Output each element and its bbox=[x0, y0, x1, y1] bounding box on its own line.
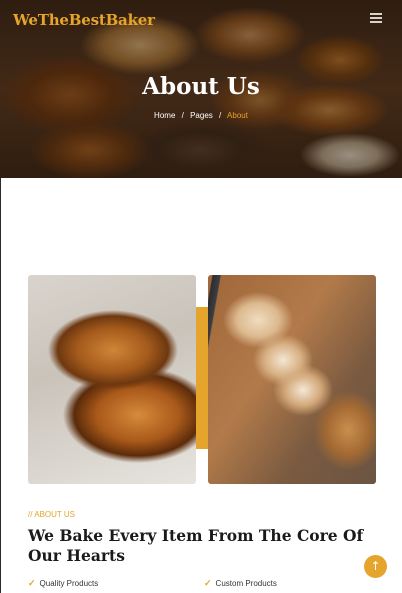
breadcrumb-home[interactable]: Home bbox=[154, 111, 175, 120]
sliced-bread-photo bbox=[208, 275, 376, 484]
feature-item: ✓ Custom Products bbox=[204, 578, 277, 589]
section-heading: We Bake Every Item From The Core Of Our … bbox=[28, 526, 364, 565]
breadcrumb-current: About bbox=[227, 111, 248, 120]
check-icon: ✓ bbox=[204, 578, 212, 588]
breadcrumb-pages[interactable]: Pages bbox=[190, 111, 213, 120]
hero-banner: WeTheBestBaker About Us Home / Pages / A… bbox=[0, 0, 402, 178]
scroll-to-top-button[interactable]: ↑ bbox=[364, 555, 387, 578]
croissant-photo bbox=[28, 275, 196, 484]
arrow-up-icon: ↑ bbox=[370, 559, 381, 573]
check-icon: ✓ bbox=[28, 578, 36, 588]
feature-item: ✓ Quality Products bbox=[28, 578, 98, 589]
page-title: About Us bbox=[142, 73, 260, 100]
feature-label: Custom Products bbox=[215, 579, 277, 588]
hamburger-menu-icon[interactable] bbox=[370, 13, 382, 24]
feature-label: Quality Products bbox=[39, 579, 99, 588]
page-left-border bbox=[0, 178, 1, 593]
breadcrumb: Home / Pages / About bbox=[0, 111, 402, 120]
section-tag: // ABOUT US bbox=[28, 510, 75, 519]
accent-bar bbox=[196, 307, 208, 449]
breadcrumb-separator: / bbox=[219, 111, 222, 120]
breadcrumb-separator: / bbox=[181, 111, 184, 120]
site-logo[interactable]: WeTheBestBaker bbox=[13, 11, 155, 29]
